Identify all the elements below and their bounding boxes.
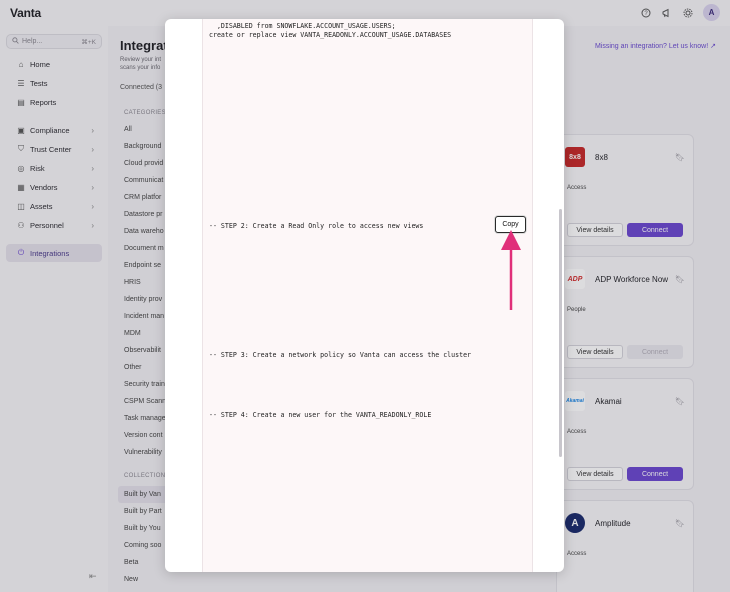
setup-instructions-modal: ,DISABLED from SNOWFLAKE.ACCOUNT_USAGE.U… <box>165 19 564 572</box>
modal-scrollbar-thumb[interactable] <box>559 209 562 457</box>
code-line: create or replace view VANTA_READONLY.AC… <box>209 31 452 39</box>
pointer-arrow-icon <box>501 230 521 310</box>
code-line: -- STEP 3: Create a network policy so Va… <box>209 351 472 359</box>
code-block: ,DISABLED from SNOWFLAKE.ACCOUNT_USAGE.U… <box>202 19 533 572</box>
code-line: -- STEP 2: Create a Read Only role to ac… <box>209 222 424 230</box>
code-line: ,DISABLED from SNOWFLAKE.ACCOUNT_USAGE.U… <box>209 22 396 30</box>
code-line: -- STEP 4: Create a new user for the VAN… <box>209 411 432 419</box>
